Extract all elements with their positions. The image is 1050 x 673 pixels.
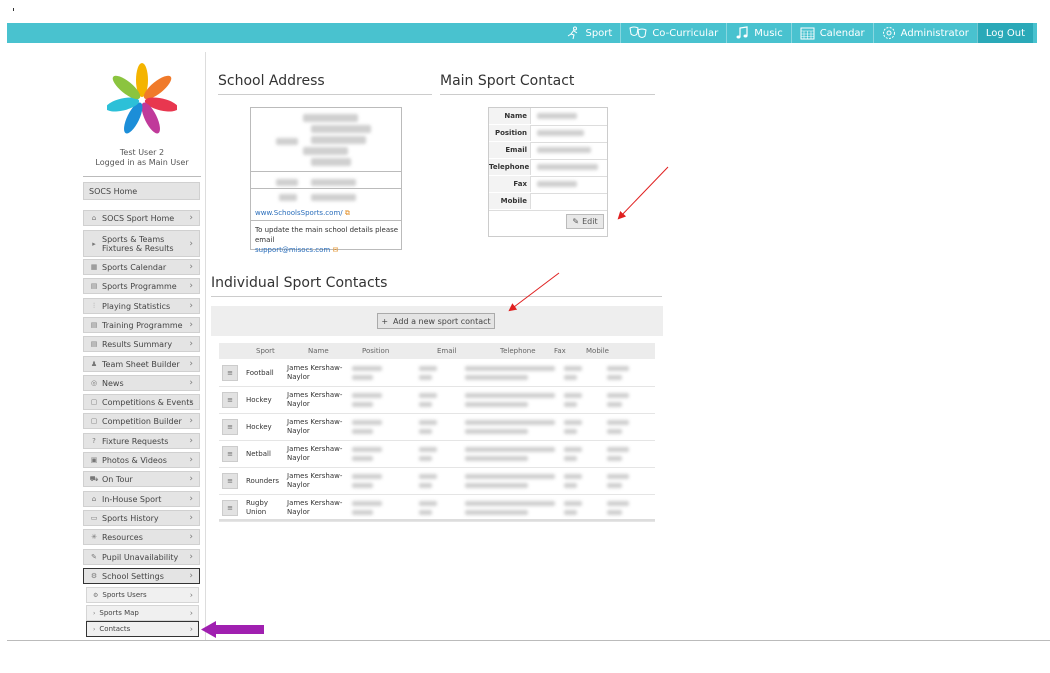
- annotation-layer: [201, 166, 669, 638]
- annotation-arrow-contacts: [201, 621, 264, 638]
- annotation-arrow-edit: [617, 166, 669, 220]
- footer-divider: [7, 640, 1050, 641]
- annotation-arrow-add-contact: [508, 272, 560, 312]
